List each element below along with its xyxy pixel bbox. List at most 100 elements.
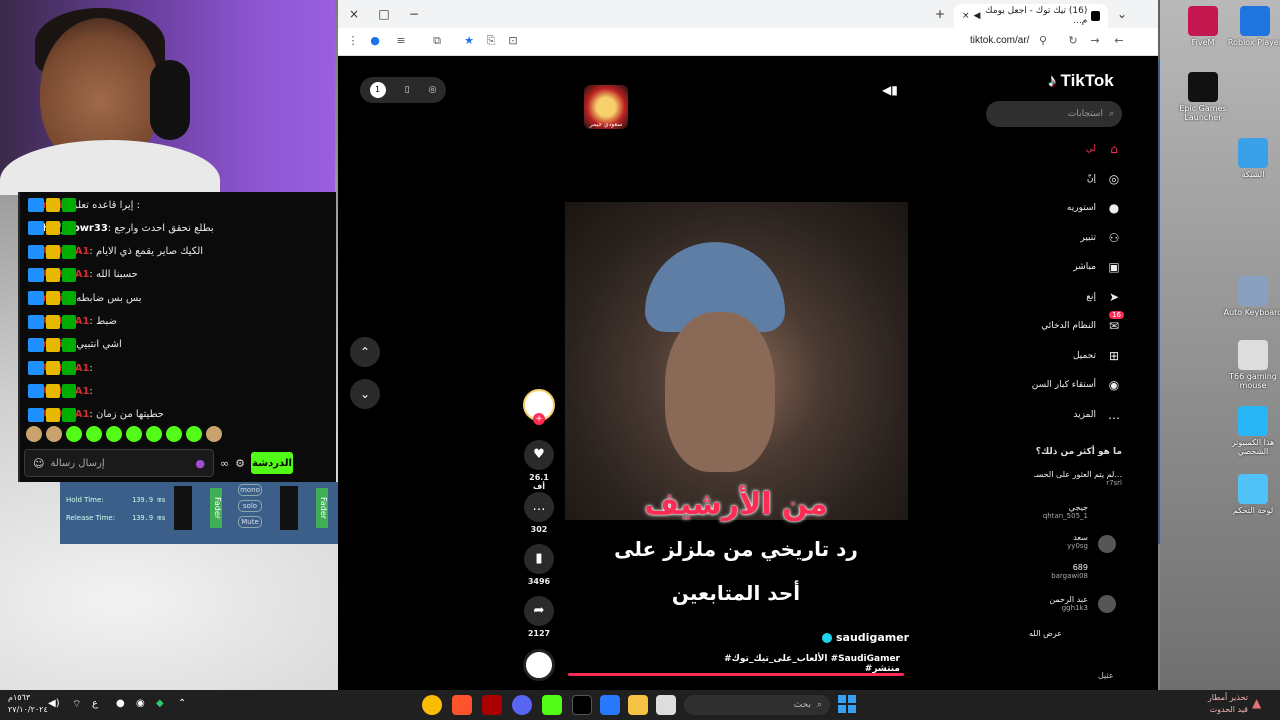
show-more-link[interactable]: عرض الله <box>938 629 1062 638</box>
bookmark-star-icon[interactable]: ★ <box>462 34 476 48</box>
desktop-icon-control-panel[interactable]: لوحة التحكم <box>1222 474 1280 515</box>
task-view-icon[interactable] <box>656 695 676 715</box>
volume-icon[interactable]: ◀▮ <box>882 83 898 97</box>
chat-send-button[interactable]: الدردشة <box>251 452 294 474</box>
next-video-button[interactable]: ⌄ <box>350 379 380 409</box>
tiktok-logo[interactable]: ♪ TikTok <box>1048 71 1114 91</box>
extension-icon[interactable]: ≡ <box>394 34 408 48</box>
microphone-tray-icon[interactable]: ● <box>116 698 125 709</box>
suggested-account[interactable]: لم يتم العثور على الحسـ... r7srl <box>978 470 1122 487</box>
sidebar-item-live[interactable]: مباشر ▣ <box>1008 256 1122 278</box>
settings-icon[interactable]: ⚙ <box>235 457 245 470</box>
compass-icon[interactable]: ◎ <box>429 85 437 95</box>
desktop-icon-this-pc[interactable]: هذا الكمبيوتر الشخصي <box>1222 406 1280 456</box>
sidebar-item-inbox[interactable]: النظام الدخائي ✉ 16 <box>1008 311 1124 337</box>
taskbar-search-input[interactable]: بحث ⌕ <box>684 695 830 715</box>
mono-button[interactable]: mono <box>238 484 262 496</box>
fader-label[interactable]: Fader <box>210 488 222 528</box>
screenshot-icon[interactable]: ⎘ <box>484 34 498 48</box>
tab-search-icon[interactable]: ⌄ <box>1114 6 1130 22</box>
extension-icon[interactable]: ● <box>368 34 382 48</box>
heart-icon[interactable]: ♥ <box>524 440 554 470</box>
suggested-account[interactable]: سعد yy0sg <box>938 533 1088 550</box>
minimize-button[interactable]: − <box>406 6 422 22</box>
emote-icon[interactable] <box>166 426 182 442</box>
avatar[interactable] <box>1098 595 1116 613</box>
tab-mute-icon[interactable]: ◀ <box>974 11 981 21</box>
suggested-account[interactable]: 689 bargawi08 <box>938 563 1088 580</box>
tab-close-icon[interactable]: × <box>962 11 970 21</box>
sidebar-item-more[interactable]: المزيد… <box>1008 404 1122 426</box>
sidebar-item-avatar[interactable]: استوريه ● <box>1008 197 1122 219</box>
loop-icon[interactable]: ∞ <box>220 457 229 470</box>
close-window-button[interactable]: × <box>346 6 362 22</box>
desktop-icon-autokeyboard[interactable]: Auto Keyboard <box>1222 276 1280 317</box>
video-progress-bar[interactable] <box>568 673 904 676</box>
new-tab-button[interactable]: + <box>932 6 948 22</box>
video-hashtags[interactable]: #الألعاب_على_تيك_توك #SaudiGamer #منتشر <box>704 654 900 674</box>
sidebar-item-profile[interactable]: أستقاء كبار السن ◉ <box>1008 374 1122 396</box>
extensions-puzzle-icon[interactable]: ⧉ <box>430 34 444 48</box>
channel-name[interactable]: saudigamer <box>822 631 909 644</box>
voicemeeter-icon[interactable] <box>482 695 502 715</box>
emote-icon[interactable] <box>146 426 162 442</box>
release-time-value[interactable]: 139.9 ms <box>132 514 166 522</box>
install-app-icon[interactable]: ⊡ <box>506 34 520 48</box>
warning-icon[interactable]: ▲ <box>1252 696 1261 710</box>
menu-icon[interactable]: ⋮ <box>346 34 360 48</box>
emote-icon[interactable] <box>186 426 202 442</box>
desktop-icon-network[interactable]: الشبكة <box>1222 138 1280 179</box>
chat-message-input[interactable]: ☺ إرسال رسالة ● <box>24 449 214 477</box>
video-player[interactable] <box>565 202 908 520</box>
desktop-icon-epic[interactable]: Epic Games Launcher <box>1172 72 1234 122</box>
player-controls[interactable]: 1 ▯ ◎ <box>360 77 446 103</box>
hold-time-value[interactable]: 139.9 ms <box>132 496 166 504</box>
reload-icon[interactable]: ↻ <box>1066 34 1080 48</box>
emote-icon[interactable] <box>26 426 42 442</box>
comment-action[interactable]: … 302 <box>524 492 554 534</box>
player-badge[interactable]: 1 <box>369 82 386 98</box>
telegram-icon[interactable] <box>600 695 620 715</box>
previous-video-button[interactable]: ⌃ <box>350 337 380 367</box>
emote-icon[interactable] <box>66 426 82 442</box>
steam-tray-icon[interactable]: ◉ <box>136 698 145 709</box>
sidebar-item-send[interactable]: إنع ➤ <box>1008 286 1122 308</box>
desktop-icon-roblox[interactable]: Roblox Player <box>1224 6 1280 47</box>
volume-tray-icon[interactable]: ◀) <box>48 698 60 709</box>
maximize-button[interactable]: □ <box>376 6 392 22</box>
sidebar-item-compass[interactable]: إنّ ◎ <box>1008 168 1122 190</box>
start-button-windows-icon[interactable] <box>838 695 856 713</box>
file-explorer-icon[interactable] <box>628 695 648 715</box>
forward-icon[interactable]: ← <box>1112 34 1126 48</box>
search-input[interactable]: استجابات ⌕ <box>986 101 1122 127</box>
url-text[interactable]: tiktok.com/ar/ <box>970 35 1029 46</box>
comment-icon[interactable]: … <box>524 492 554 522</box>
tab-tiktok[interactable]: (16) تيك توك - اجعل يومك م... ◀ × <box>954 4 1108 28</box>
language-indicator[interactable]: ع <box>92 698 98 709</box>
emote-icon[interactable] <box>206 426 222 442</box>
bookmark-icon[interactable]: ▮ <box>524 544 554 574</box>
sidebar-item-users[interactable]: تتبير ⚇ <box>1008 227 1122 249</box>
share-icon[interactable]: ➦ <box>524 596 554 626</box>
desktop-icon-mouse[interactable]: T66 gaming mouse <box>1222 340 1280 390</box>
weather-notification[interactable]: تحذير أمطار قيد الحدوث <box>1188 692 1248 716</box>
kick-icon[interactable] <box>542 695 562 715</box>
suggested-account[interactable]: عبد الرحمن ggh1k3 <box>938 595 1088 612</box>
sidebar-item-home[interactable]: لي ⌂ <box>1008 138 1122 160</box>
suggested-account[interactable]: جيجي qhtan_505_1 <box>938 503 1088 520</box>
network-tray-icon[interactable]: ⌔ <box>72 698 81 711</box>
save-action[interactable]: ▮ 3496 <box>524 544 554 586</box>
like-action[interactable]: ♥ 26.1 أف <box>524 440 554 491</box>
taskbar-clock[interactable]: ١٥٦٣م ٢٧/١٠/٢٠٢٤ <box>8 692 48 716</box>
shield-tray-icon[interactable]: ◆ <box>156 698 164 709</box>
emoji-icon[interactable]: ☺ <box>33 457 44 470</box>
microphone-icon[interactable]: ● <box>195 457 205 470</box>
music-disc-icon[interactable] <box>523 649 555 681</box>
back-icon[interactable]: → <box>1088 34 1102 48</box>
discord-icon[interactable] <box>512 695 532 715</box>
solo-button[interactable]: solo <box>238 500 262 512</box>
sidebar-item-upload[interactable]: تحميل ⊞ <box>1008 345 1122 367</box>
follow-plus-icon[interactable]: + <box>533 413 545 425</box>
emote-bar[interactable] <box>26 426 222 442</box>
emote-icon[interactable] <box>46 426 62 442</box>
